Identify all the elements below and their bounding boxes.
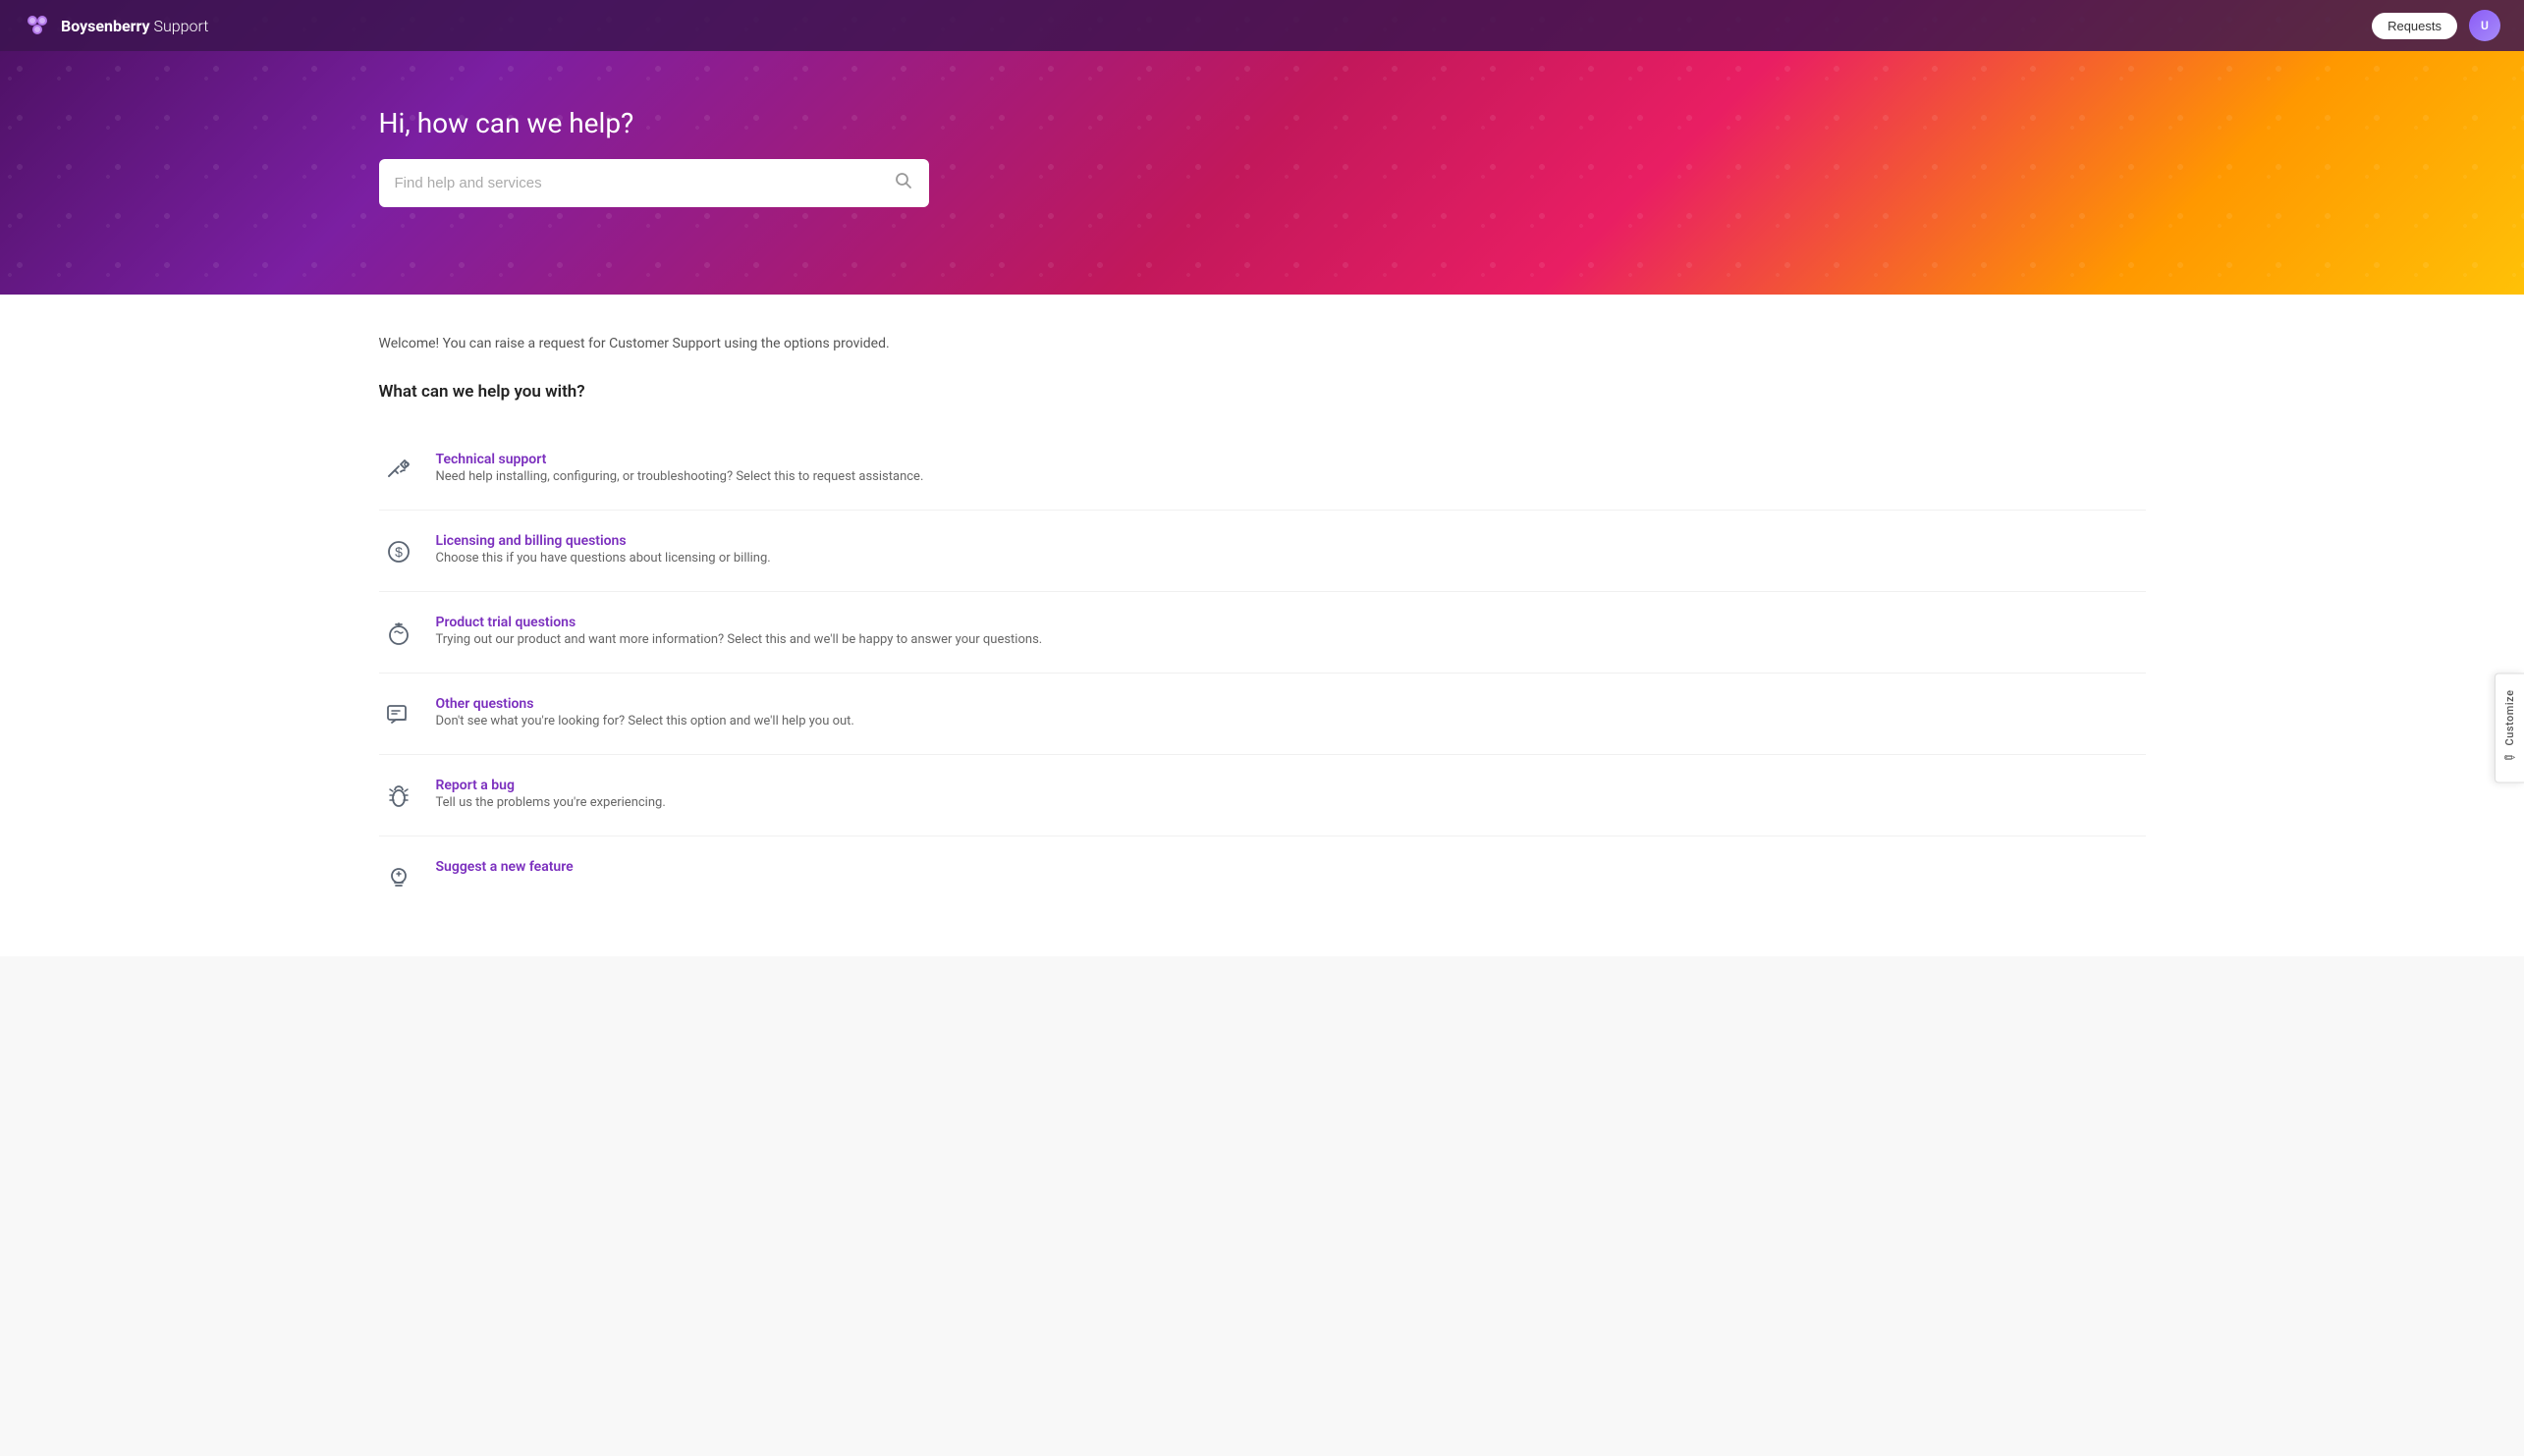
bug-desc: Tell us the problems you're experiencing… <box>436 793 666 813</box>
main-content: Welcome! You can raise a request for Cus… <box>0 295 2524 956</box>
search-input[interactable] <box>395 175 894 191</box>
search-bar <box>379 159 929 207</box>
header: Boysenberry Support Requests U <box>0 0 2524 51</box>
billing-content: Licensing and billing questions Choose t… <box>436 530 771 568</box>
other-link[interactable]: Other questions <box>436 696 534 712</box>
welcome-text: Welcome! You can raise a request for Cus… <box>379 334 2146 354</box>
brand-name: Boysenberry Support <box>61 17 208 35</box>
list-item[interactable]: $ Licensing and billing questions Choose… <box>379 511 2146 592</box>
technical-support-link[interactable]: Technical support <box>436 452 547 467</box>
list-item[interactable]: Technical support Need help installing, … <box>379 429 2146 511</box>
trial-desc: Trying out our product and want more inf… <box>436 630 1043 650</box>
feature-link[interactable]: Suggest a new feature <box>436 859 574 875</box>
technical-support-desc: Need help installing, configuring, or tr… <box>436 467 924 487</box>
header-actions: Requests U <box>2372 10 2500 41</box>
logo-icon <box>24 12 51 39</box>
other-desc: Don't see what you're looking for? Selec… <box>436 712 854 731</box>
requests-button[interactable]: Requests <box>2372 13 2457 39</box>
trial-content: Product trial questions Trying out our p… <box>436 612 1043 650</box>
other-content: Other questions Don't see what you're lo… <box>436 693 854 731</box>
avatar[interactable]: U <box>2469 10 2500 41</box>
service-list: Technical support Need help installing, … <box>379 429 2146 917</box>
header-brand: Boysenberry Support <box>24 12 208 39</box>
list-item[interactable]: Report a bug Tell us the problems you're… <box>379 755 2146 836</box>
bug-content: Report a bug Tell us the problems you're… <box>436 775 666 813</box>
search-icon[interactable] <box>894 171 913 195</box>
list-item[interactable]: Suggest a new feature <box>379 836 2146 917</box>
other-questions-icon <box>379 695 418 734</box>
billing-link[interactable]: Licensing and billing questions <box>436 533 627 549</box>
billing-desc: Choose this if you have questions about … <box>436 549 771 568</box>
section-title: What can we help you with? <box>379 382 2146 402</box>
svg-text:$: $ <box>395 544 403 560</box>
bug-report-icon <box>379 777 418 816</box>
technical-support-content: Technical support Need help installing, … <box>436 449 924 487</box>
technical-support-icon <box>379 451 418 490</box>
bug-link[interactable]: Report a bug <box>436 778 515 793</box>
trial-link[interactable]: Product trial questions <box>436 615 576 630</box>
customize-tab[interactable]: Customize ✏ <box>2495 673 2524 783</box>
list-item[interactable]: Product trial questions Trying out our p… <box>379 592 2146 674</box>
list-item[interactable]: Other questions Don't see what you're lo… <box>379 674 2146 755</box>
feature-suggestion-icon <box>379 858 418 897</box>
pencil-icon: ✏ <box>2504 751 2516 767</box>
feature-content: Suggest a new feature <box>436 856 574 875</box>
hero-title: Hi, how can we help? <box>379 107 634 139</box>
trial-icon <box>379 614 418 653</box>
billing-icon: $ <box>379 532 418 571</box>
customize-label: Customize <box>2503 689 2516 745</box>
